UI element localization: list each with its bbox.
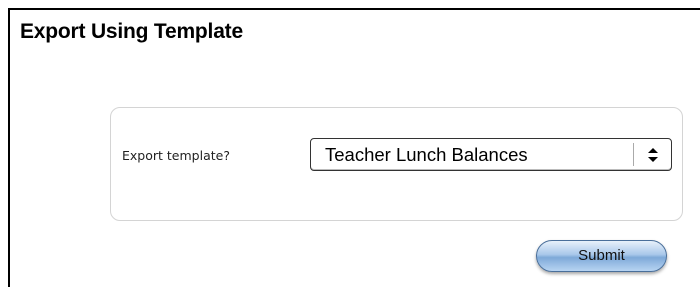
page-title: Export Using Template [20, 20, 243, 43]
export-template-selected-value: Teacher Lunch Balances [325, 144, 528, 165]
export-template-select[interactable]: Teacher Lunch Balances [310, 138, 672, 171]
select-divider [633, 143, 634, 166]
up-down-chevron-icon [643, 144, 663, 166]
submit-button[interactable]: Submit [536, 240, 667, 272]
export-template-label: Export template? [122, 148, 230, 163]
